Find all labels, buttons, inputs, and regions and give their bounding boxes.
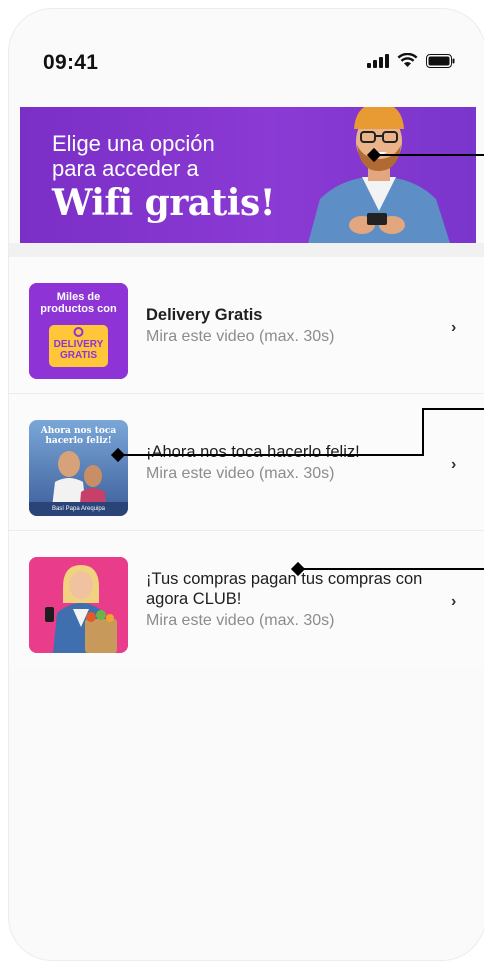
chevron-right-icon: › [451,456,457,473]
wifi-icon [397,53,418,67]
phone-frame: 09:41 Elige una opción para acceder a Wi… [8,8,484,961]
list-item-ahora-nos-toca[interactable]: Ahora nos toca hacerlo feliz! Basí Papa … [9,394,484,531]
thumbnail-ahora-nos-toca: Ahora nos toca hacerlo feliz! Basí Papa … [29,420,128,516]
list-item-title: ¡Ahora nos toca hacerlo feliz! [146,443,360,461]
list-item-subtitle: Mira este video (max. 30s) [146,328,335,345]
banner-text: Elige una opción para acceder a Wifi gra… [52,131,276,225]
thumb-delivery-line-1: Miles de [56,291,101,303]
status-bar: 09:41 [9,9,484,97]
status-icons [367,53,455,68]
banner-headline: Wifi gratis! [52,182,276,224]
thumb-delivery-line-2: productos con [40,303,117,315]
list-item-title: Delivery Gratis [146,306,263,324]
list-item-text: ¡Ahora nos toca hacerlo feliz! Mira este… [146,442,446,484]
list-item-subtitle: Mira este video (max. 30s) [146,612,335,629]
thumb-family-line-2: hacerlo feliz! [45,436,112,446]
thumb-family-footer: Basí Papa Arequipa [51,506,106,512]
list-item-title: ¡Tus compras pagan tus compras con agora… [146,570,423,608]
video-offer-list: Miles de productos con DELIVERY GRATIS D… [9,257,484,667]
list-item-text: Delivery Gratis Mira este video (max. 30… [146,305,446,347]
thumbnail-agora-club [29,557,128,653]
banner-line-1: Elige una opción [52,131,215,156]
list-item-delivery-gratis[interactable]: Miles de productos con DELIVERY GRATIS D… [9,257,484,394]
list-item-subtitle: Mira este video (max. 30s) [146,465,335,482]
thumb-family-line-1: Ahora nos toca [40,426,117,436]
battery-icon [426,53,455,68]
banner-person-illustration [308,107,450,243]
chevron-right-icon: › [451,593,457,610]
woman-groceries-thumbnail-art [29,557,128,653]
list-item-agora-club[interactable]: ¡Tus compras pagan tus compras con agora… [9,531,484,667]
status-time: 09:41 [43,51,99,74]
banner-line-2: para acceder a [52,156,199,181]
thumb-delivery-badge-line-2: GRATIS [59,350,98,361]
chevron-right-icon: › [451,319,457,336]
wifi-promo-banner[interactable]: Elige una opción para acceder a Wifi gra… [20,107,476,243]
thumb-delivery-badge-line-1: DELIVERY [53,339,104,350]
list-item-text: ¡Tus compras pagan tus compras con agora… [146,569,456,631]
section-separator [9,243,484,257]
cellular-signal-icon [367,53,389,68]
thumbnail-delivery-gratis: Miles de productos con DELIVERY GRATIS [29,283,128,379]
